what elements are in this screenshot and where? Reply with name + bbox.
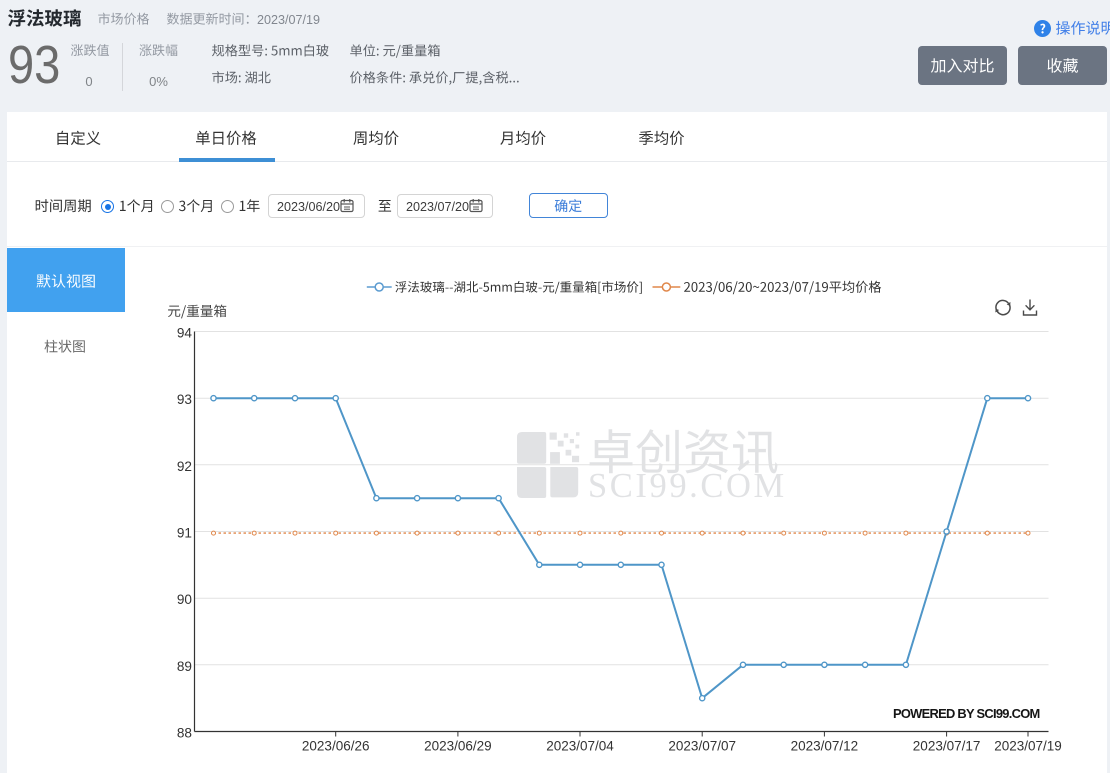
- svg-text:91: 91: [177, 526, 192, 541]
- svg-text:2023/07/07: 2023/07/07: [668, 739, 736, 754]
- svg-text:2023/06/29: 2023/06/29: [424, 739, 492, 754]
- svg-text:2023/07/17: 2023/07/17: [913, 739, 981, 754]
- svg-text:90: 90: [177, 592, 193, 607]
- svg-text:88: 88: [177, 726, 192, 741]
- svg-text:89: 89: [177, 659, 192, 674]
- svg-text:92: 92: [177, 459, 192, 474]
- svg-text:94: 94: [177, 326, 193, 341]
- svg-text:2023/06/26: 2023/06/26: [302, 739, 370, 754]
- svg-text:93: 93: [177, 392, 192, 407]
- svg-text:2023/07/19: 2023/07/19: [994, 739, 1062, 754]
- svg-text:2023/07/12: 2023/07/12: [791, 739, 859, 754]
- svg-text:2023/07/04: 2023/07/04: [546, 739, 614, 754]
